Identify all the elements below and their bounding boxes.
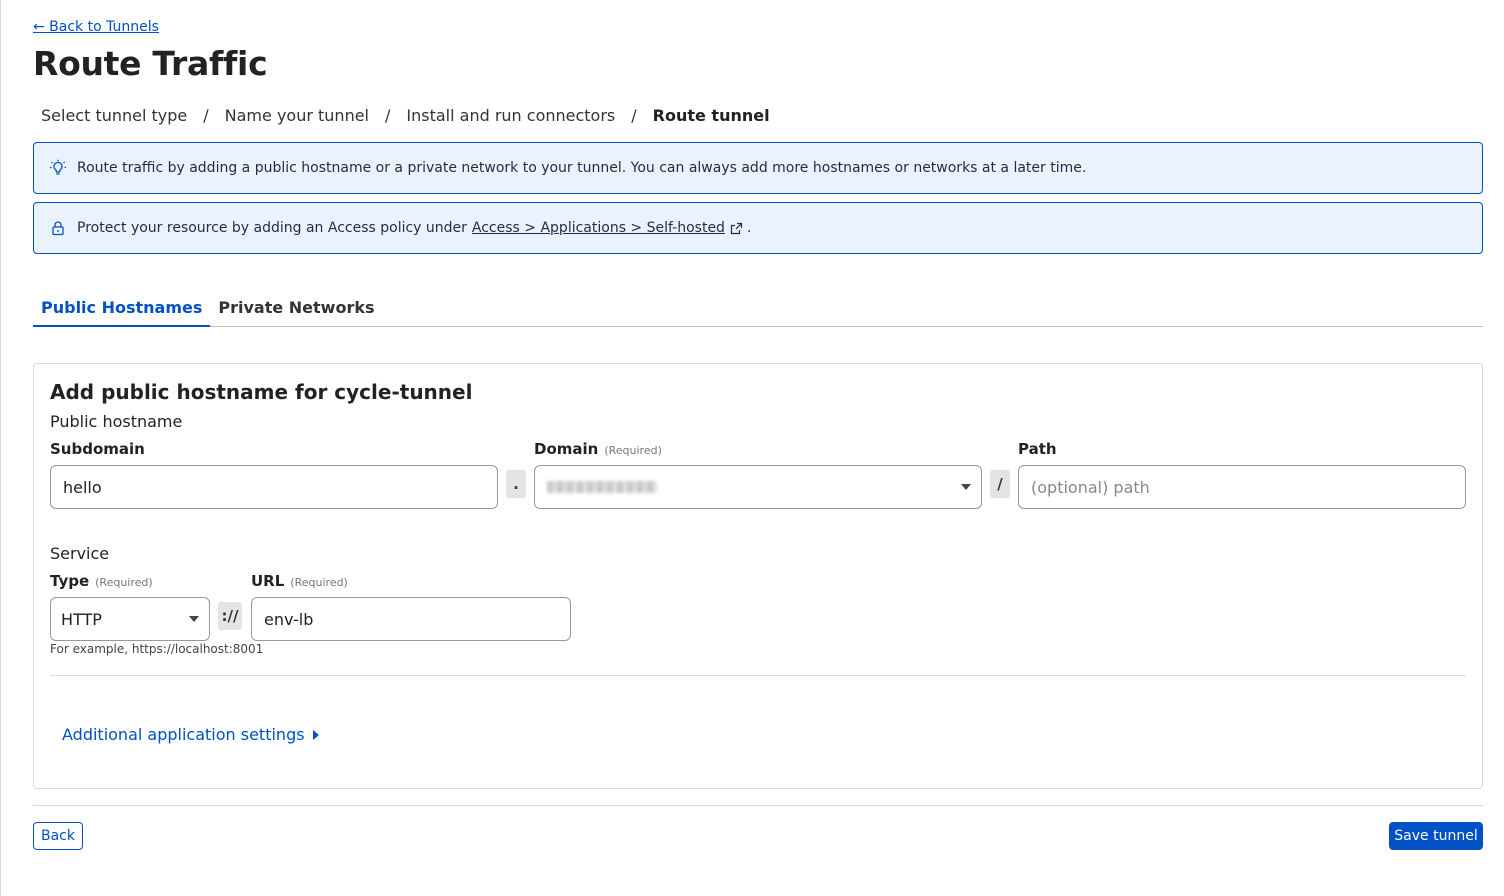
access-banner: Protect your resource by adding an Acces…: [33, 202, 1483, 254]
type-label-text: Type: [50, 572, 90, 590]
url-required-tag: (Required): [290, 576, 348, 589]
redacted-domain-value: [547, 481, 657, 493]
path-input[interactable]: (optional) path: [1018, 465, 1466, 509]
scheme-separator: ://: [218, 602, 242, 630]
card-divider: [50, 675, 1466, 676]
tab-private-networks[interactable]: Private Networks: [210, 294, 382, 327]
card-title: Add public hostname for cycle-tunnel: [50, 380, 473, 404]
info-banner: Route traffic by adding a public hostnam…: [33, 142, 1483, 194]
external-link-icon[interactable]: [729, 218, 745, 238]
subdomain-label-text: Subdomain: [50, 440, 145, 458]
lightbulb-icon: [48, 158, 68, 178]
subdomain-label: Subdomain: [50, 440, 145, 458]
breadcrumb-step-install-connectors: Install and run connectors: [406, 106, 616, 125]
breadcrumb-step-select-type: Select tunnel type: [41, 106, 188, 125]
footer-divider: [33, 805, 1483, 806]
chevron-down-icon: [961, 484, 971, 490]
service-type-value: HTTP: [61, 609, 102, 629]
caret-right-icon: [312, 729, 319, 740]
url-label-text: URL: [251, 572, 285, 590]
breadcrumb-separator: /: [385, 106, 391, 125]
breadcrumb-separator: /: [203, 106, 209, 125]
additional-settings-label: Additional application settings: [62, 725, 305, 744]
subdomain-input[interactable]: hello: [50, 465, 498, 509]
domain-required-tag: (Required): [604, 444, 662, 457]
public-hostname-card: Add public hostname for cycle-tunnel Pub…: [33, 363, 1483, 789]
back-to-tunnels-link[interactable]: ← Back to Tunnels: [33, 19, 159, 35]
type-label: Type (Required): [50, 572, 153, 590]
access-banner-text: Protect your resource by adding an Acces…: [77, 220, 467, 236]
access-applications-link[interactable]: Access > Applications > Self-hosted: [472, 220, 725, 236]
breadcrumb: Select tunnel type / Name your tunnel / …: [41, 106, 770, 125]
page-title: Route Traffic: [33, 44, 268, 83]
route-tabs: Public Hostnames Private Networks: [33, 294, 1483, 327]
service-type-select[interactable]: HTTP: [50, 597, 210, 641]
chevron-down-icon: [189, 616, 199, 622]
lock-icon: [48, 218, 68, 238]
path-slash-separator: /: [990, 470, 1010, 498]
back-button[interactable]: Back: [33, 822, 83, 850]
subdomain-dot-separator: .: [506, 470, 526, 498]
service-section-label: Service: [50, 544, 110, 563]
access-banner-suffix: .: [746, 220, 752, 236]
path-label-text: Path: [1018, 440, 1057, 458]
breadcrumb-step-name-tunnel: Name your tunnel: [224, 106, 369, 125]
domain-select[interactable]: [534, 465, 982, 509]
info-banner-text: Route traffic by adding a public hostnam…: [77, 160, 1087, 176]
public-hostname-section-label: Public hostname: [50, 412, 183, 431]
type-required-tag: (Required): [95, 576, 153, 589]
additional-settings-toggle[interactable]: Additional application settings: [62, 725, 319, 744]
url-example-hint: For example, https://localhost:8001: [50, 642, 264, 656]
page-left-border: [0, 0, 1, 896]
breadcrumb-step-route-tunnel: Route tunnel: [652, 106, 770, 125]
service-url-input[interactable]: env-lb: [251, 597, 571, 641]
breadcrumb-separator: /: [631, 106, 637, 125]
domain-label: Domain (Required): [534, 440, 662, 458]
path-label: Path: [1018, 440, 1057, 458]
tab-public-hostnames[interactable]: Public Hostnames: [33, 294, 211, 327]
save-tunnel-button[interactable]: Save tunnel: [1389, 822, 1483, 850]
url-label: URL (Required): [251, 572, 348, 590]
domain-label-text: Domain: [534, 440, 599, 458]
